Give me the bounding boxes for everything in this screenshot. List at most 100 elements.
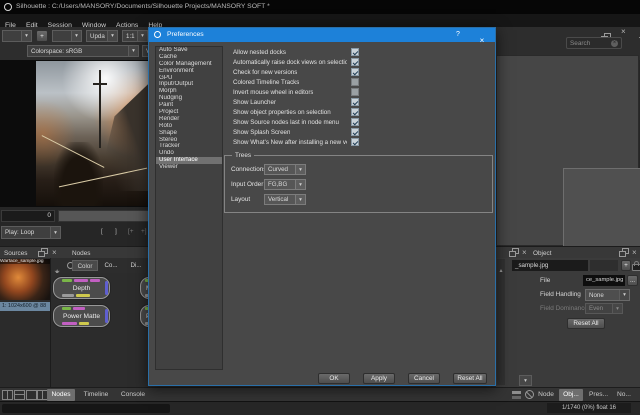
option-row[interactable]: Colored Timeline Tracks [233,77,359,87]
file-value-field[interactable]: ce_sample.jpg [583,275,625,286]
node-tab-color[interactable]: Color [72,260,98,271]
tab-console[interactable]: Console [115,389,151,401]
checkbox[interactable] [351,118,359,126]
cancel-button[interactable]: Cancel [408,373,440,384]
ok-button[interactable]: OK [318,373,350,384]
tab-timeline[interactable]: Timeline [78,389,114,401]
viewer-mode-select[interactable] [2,30,32,42]
close-panel-icon[interactable] [522,249,527,257]
option-row[interactable]: Automatically raise dock views on select… [233,57,359,67]
checkbox[interactable] [351,68,359,76]
category-item[interactable]: Undo [156,150,222,157]
layout-split-v-icon[interactable] [2,390,13,400]
tab-object[interactable]: Obj... [559,389,583,401]
checkbox[interactable] [351,108,359,116]
checkbox[interactable] [351,138,359,146]
tab-presets[interactable]: Pres... [586,389,611,401]
tree-row-select[interactable]: FG,BG [264,179,306,190]
category-item[interactable]: Morph [156,88,222,95]
float-panel-icon[interactable] [619,248,629,257]
category-item[interactable]: Shape [156,130,222,137]
mark-out-button[interactable]: ] [115,228,117,235]
category-item[interactable]: User Interface [156,157,222,164]
add-view-button[interactable]: + [36,30,48,42]
category-item[interactable]: Viewer [156,164,222,171]
option-row[interactable]: Show Launcher [233,97,359,107]
category-item[interactable]: Nudging [156,95,222,102]
option-row[interactable]: Show object properties on selection [233,107,359,117]
tree-row-select[interactable]: Vertical [264,194,306,205]
object-name-field-extra[interactable] [590,260,618,271]
category-item[interactable]: Tracker [156,143,222,150]
category-item[interactable]: Auto Save [156,47,222,54]
reset-all-button[interactable]: Reset All [453,373,487,384]
view-select[interactable] [52,30,82,42]
graph-node-power-matte[interactable]: Power Matte [53,305,110,327]
option-row[interactable]: Show Splash Screen [233,127,359,137]
checkbox[interactable] [351,88,359,96]
checkbox[interactable] [351,58,359,66]
category-item[interactable]: Environment [156,68,222,75]
close-panel-icon[interactable] [52,249,57,257]
category-item[interactable]: Paint [156,102,222,109]
add-object-button[interactable]: + [621,260,631,271]
clear-search-icon[interactable]: × [611,40,618,47]
mark-in-button[interactable]: [ [101,228,103,235]
apply-button[interactable]: Apply [363,373,395,384]
play-mode-select[interactable]: Play: Loop [1,226,61,239]
collapse-chevron-icon[interactable] [519,375,532,386]
graph-node-depth[interactable]: Depth [53,277,110,299]
layers-icon[interactable] [512,391,521,399]
frame-field[interactable]: 0 [1,210,55,222]
category-item[interactable]: GPU [156,75,222,82]
source-thumbnail[interactable]: Warface_sample.jpg [0,259,52,300]
zoom-select[interactable]: 1:1 [122,30,148,42]
layout-split-h-icon[interactable] [14,390,25,400]
reset-all-button[interactable]: Reset All [567,318,605,329]
float-panel-icon[interactable] [509,248,519,257]
scroll-up-icon[interactable] [499,259,502,276]
category-item[interactable]: Render [156,116,222,123]
option-row[interactable]: Show Source nodes last in node menu [233,117,359,127]
option-row[interactable]: Show What's New after installing a new v… [233,137,359,147]
disable-icon[interactable] [525,390,534,399]
range-in-button[interactable]: [+ [128,228,134,235]
colorspace-select[interactable]: Colorspace: sRGB [27,45,139,57]
node-tab-diffusion[interactable]: Di... [126,260,146,271]
close-dialog-icon[interactable] [477,30,487,40]
node-tab-composite[interactable]: Co... [100,260,122,271]
source-selected-row[interactable]: 1: 1024x600 @ 88 [0,302,52,311]
range-out-button[interactable]: +] [141,228,147,235]
help-button[interactable]: ? [453,30,463,40]
object-name-field[interactable]: _sample.jpg [512,260,588,271]
category-item[interactable]: Stereo [156,137,222,144]
dialog-titlebar[interactable]: Preferences ? [149,28,495,42]
tab-nodes[interactable]: Nodes [47,389,75,401]
checkbox[interactable] [351,98,359,106]
browse-file-button[interactable]: ... [627,275,638,286]
category-item[interactable]: Cache [156,54,222,61]
option-row[interactable]: Invert mouse wheel in editors [233,87,359,97]
category-item[interactable]: Input/Output [156,81,222,88]
tab-notes[interactable]: No... [614,389,634,401]
checkbox[interactable] [351,48,359,56]
update-mode-select[interactable]: Upda [86,30,118,42]
tab-node[interactable]: Node [535,389,557,401]
category-item[interactable]: Roto [156,123,222,130]
close-panel-icon[interactable] [632,249,637,257]
viewer-canvas[interactable] [0,60,148,207]
option-row[interactable]: Allow nested docks [233,47,359,57]
field-handling-select[interactable]: None [585,289,630,301]
lock-icon[interactable] [632,264,640,271]
tree-row-select[interactable]: Curved [264,164,306,175]
category-item[interactable]: Color Management [156,61,222,68]
object-scrollbar[interactable] [497,259,505,385]
float-panel-icon[interactable] [38,248,48,257]
checkbox[interactable] [351,128,359,136]
category-item[interactable]: Project [156,109,222,116]
close-panel-icon[interactable] [621,28,626,36]
checkbox[interactable] [351,78,359,86]
option-row[interactable]: Check for new versions [233,67,359,77]
layout-single-icon[interactable] [26,390,37,400]
status-input-field[interactable] [2,404,170,413]
